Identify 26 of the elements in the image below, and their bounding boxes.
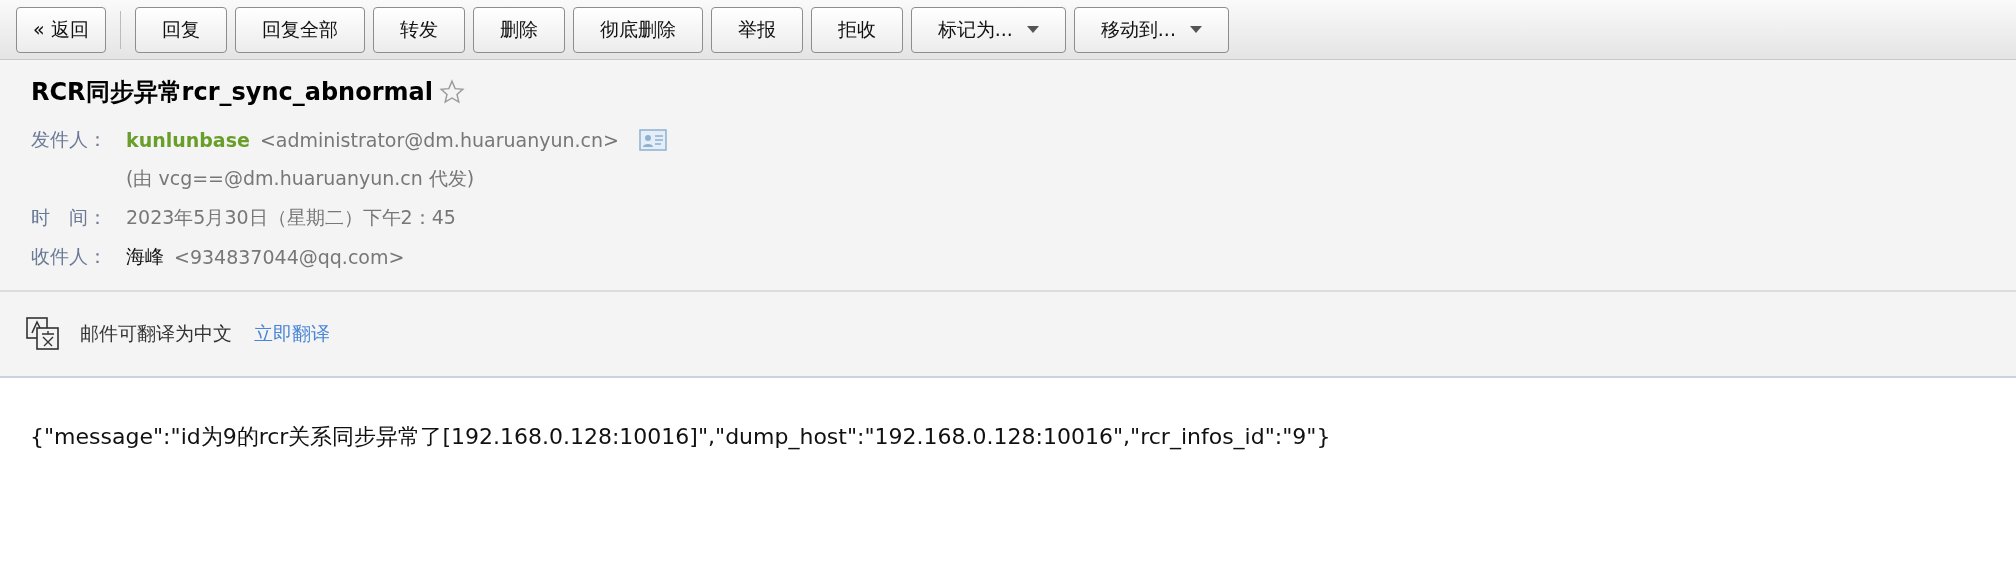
sender-label: 发件人： xyxy=(31,126,108,152)
sender-via: (由 vcg==@dm.huaruanyun.cn 代发) xyxy=(126,165,475,191)
translate-message: 邮件可翻译为中文 xyxy=(80,321,232,346)
translate-icon xyxy=(26,317,60,351)
email-body: {"message":"id为9的rcr关系同步异常了[192.168.0.128:10016]","dump_host":"192.168.0.128:10016","rcr_infos_id":"9"} xyxy=(30,424,1331,449)
toolbar-button[interactable]: 彻底删除 xyxy=(572,6,703,53)
contact-card-icon[interactable] xyxy=(638,128,667,151)
sender-address: <administrator@dm.huaruanyun.cn> xyxy=(259,128,619,151)
star-icon[interactable] xyxy=(438,79,465,105)
toolbar-button[interactable]: 拒收 xyxy=(810,6,903,53)
email-subject: RCR同步异常rcr_sync_abnormal xyxy=(31,77,433,108)
recipient-name: 海峰 xyxy=(126,243,164,269)
toolbar-button[interactable]: 删除 xyxy=(472,6,565,53)
caret-icon xyxy=(1026,25,1039,34)
toolbar-button[interactable]: 回复 xyxy=(134,6,227,53)
toolbar-button[interactable]: 标记为... xyxy=(910,6,1066,53)
sent-time: 2023年5月30日（星期二）下午2：45 xyxy=(126,204,456,230)
toolbar-button[interactable]: 举报 xyxy=(710,6,803,53)
time-label: 时 间： xyxy=(31,204,108,230)
recipient-label: 收件人： xyxy=(31,243,108,269)
caret-icon xyxy=(1189,25,1202,34)
toolbar-button[interactable]: « 返回 xyxy=(16,6,106,53)
toolbar-button[interactable]: 移动到... xyxy=(1073,6,1229,53)
toolbar-button[interactable]: 转发 xyxy=(372,6,465,53)
recipient-address: <934837044@qq.com> xyxy=(174,245,405,268)
toolbar-button[interactable]: 回复全部 xyxy=(234,6,365,53)
